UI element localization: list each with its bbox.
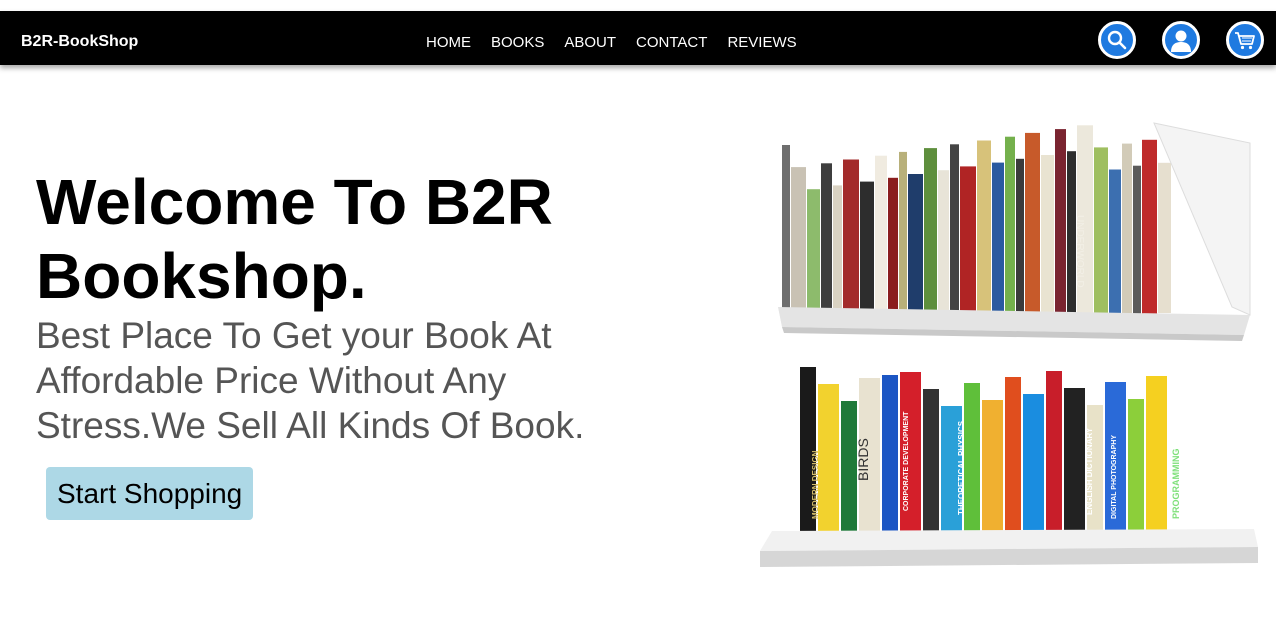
book-spine — [1046, 371, 1062, 543]
search-button[interactable] — [1098, 21, 1136, 59]
book-spine — [843, 159, 859, 313]
spine-label-birds: BIRDS — [855, 438, 871, 481]
account-button[interactable] — [1162, 21, 1200, 59]
book-spine — [1128, 399, 1144, 543]
top-shelf — [778, 307, 1250, 341]
book-spine — [1109, 169, 1121, 314]
book-spine — [982, 400, 1003, 543]
spine-label-programming: PROGRAMMING — [1171, 449, 1181, 520]
nav-link-books[interactable]: BOOKS — [491, 11, 544, 75]
book-spine — [977, 140, 991, 315]
book-spine — [1133, 165, 1141, 315]
book-spine — [818, 384, 839, 543]
nav-link-reviews[interactable]: REVIEWS — [727, 11, 796, 75]
book-spine — [1055, 129, 1066, 315]
book-spine — [1025, 132, 1040, 314]
book-spine — [964, 383, 980, 543]
book-spine — [1146, 376, 1167, 543]
book-spine — [821, 163, 832, 315]
bookshelf-image: UNDERWORLD BIRDS CORPORATE DEVELOPMENT T… — [760, 122, 1258, 567]
hero-title: Welcome To B2R Bookshop. — [36, 166, 553, 312]
spine-label-corporate-development: CORPORATE DEVELOPMENT — [903, 411, 910, 511]
book-spine — [923, 389, 939, 543]
book-spine — [1005, 136, 1015, 313]
book-spine — [992, 162, 1004, 314]
nav-link-about[interactable]: ABOUT — [564, 11, 616, 75]
spine-label-english-dictionary: ENGLISH DICTIONARY — [1085, 427, 1094, 515]
book-spine — [882, 375, 898, 543]
book-spine — [1158, 162, 1171, 313]
book-spine — [833, 185, 842, 314]
book-spine — [860, 181, 874, 315]
book-spine — [950, 144, 959, 314]
nav-links: HOME BOOKS ABOUT CONTACT REVIEWS — [426, 11, 817, 75]
spine-label-theoretical-physics: THEORETICAL PHYSICS — [957, 420, 966, 515]
book-spine — [908, 174, 923, 314]
book-spine — [1064, 388, 1085, 543]
book-spine — [899, 151, 907, 315]
bottom-shelf — [760, 529, 1258, 567]
spine-label-cooking: COOKING — [1190, 472, 1200, 515]
book-spine — [960, 166, 976, 313]
nav-icons — [1072, 21, 1264, 59]
book-spine — [1023, 394, 1044, 543]
book-spine — [1094, 147, 1108, 315]
navbar: B2R-BookShop HOME BOOKS ABOUT CONTACT RE… — [0, 11, 1276, 65]
book-spine — [888, 177, 898, 313]
brand-logo[interactable]: B2R-BookShop — [21, 11, 138, 73]
book-spine — [924, 148, 937, 313]
book-spine — [782, 145, 790, 315]
book-spine — [1041, 155, 1054, 313]
nav-link-home[interactable]: HOME — [426, 11, 471, 75]
book-spine — [807, 189, 820, 313]
nav-link-contact[interactable]: CONTACT — [636, 11, 707, 75]
book-spine — [1005, 377, 1021, 543]
book-spine — [1122, 143, 1132, 313]
user-icon — [1171, 30, 1191, 52]
book-spine — [1016, 158, 1024, 315]
spine-label-modern-design: MODERN DESIGN — [811, 450, 820, 519]
cart-button[interactable] — [1226, 21, 1264, 59]
top-shelf-books — [782, 125, 1171, 315]
start-shopping-button[interactable]: Start Shopping — [46, 467, 254, 520]
hero-subtitle: Best Place To Get your Book At Affordabl… — [36, 315, 585, 446]
book-spine — [875, 155, 887, 314]
cart-icon — [1235, 32, 1255, 50]
book-spine — [938, 170, 949, 315]
search-icon — [1107, 30, 1127, 50]
book-spine — [1142, 139, 1157, 314]
book-spine — [791, 167, 806, 314]
spine-label-digital-photography: DIGITAL PHOTOGRAPHY — [1111, 435, 1118, 519]
spine-label-underworld: UNDERWORLD — [1074, 215, 1085, 288]
